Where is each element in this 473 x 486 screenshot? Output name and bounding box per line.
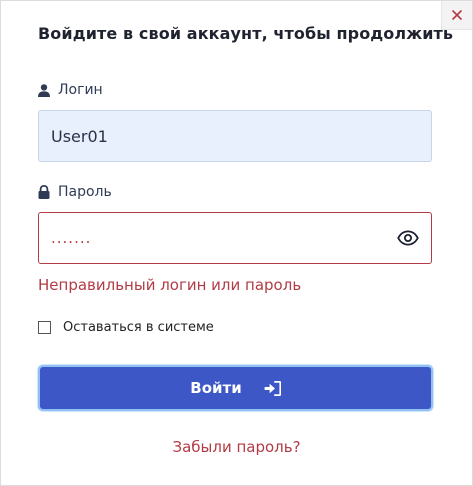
user-icon	[38, 83, 50, 97]
login-label: Логин	[38, 82, 103, 98]
close-icon	[452, 10, 462, 20]
password-input-value: .......	[51, 229, 92, 247]
login-button-label: Войти	[190, 379, 242, 397]
remember-me-checkbox[interactable]	[38, 321, 51, 334]
sign-in-icon	[264, 380, 281, 396]
password-label: Пароль	[38, 184, 112, 200]
remember-me-label: Оставаться в системе	[63, 320, 214, 335]
login-button[interactable]: Войти	[38, 365, 433, 411]
forgot-password-link[interactable]: Забыли пароль?	[1, 438, 472, 456]
login-input-value: User01	[51, 126, 108, 146]
eye-icon[interactable]	[397, 230, 419, 246]
lock-icon	[38, 185, 50, 199]
login-error-message: Неправильный логин или пароль	[38, 276, 302, 294]
dialog-title: Войдите в свой аккаунт, чтобы продолжить	[38, 24, 454, 43]
password-label-text: Пароль	[58, 184, 112, 200]
login-label-text: Логин	[58, 82, 103, 98]
login-dialog: Войдите в свой аккаунт, чтобы продолжить…	[0, 0, 473, 486]
login-input[interactable]: User01	[38, 110, 432, 162]
password-input[interactable]: .......	[38, 212, 432, 264]
remember-me[interactable]: Оставаться в системе	[38, 320, 214, 335]
